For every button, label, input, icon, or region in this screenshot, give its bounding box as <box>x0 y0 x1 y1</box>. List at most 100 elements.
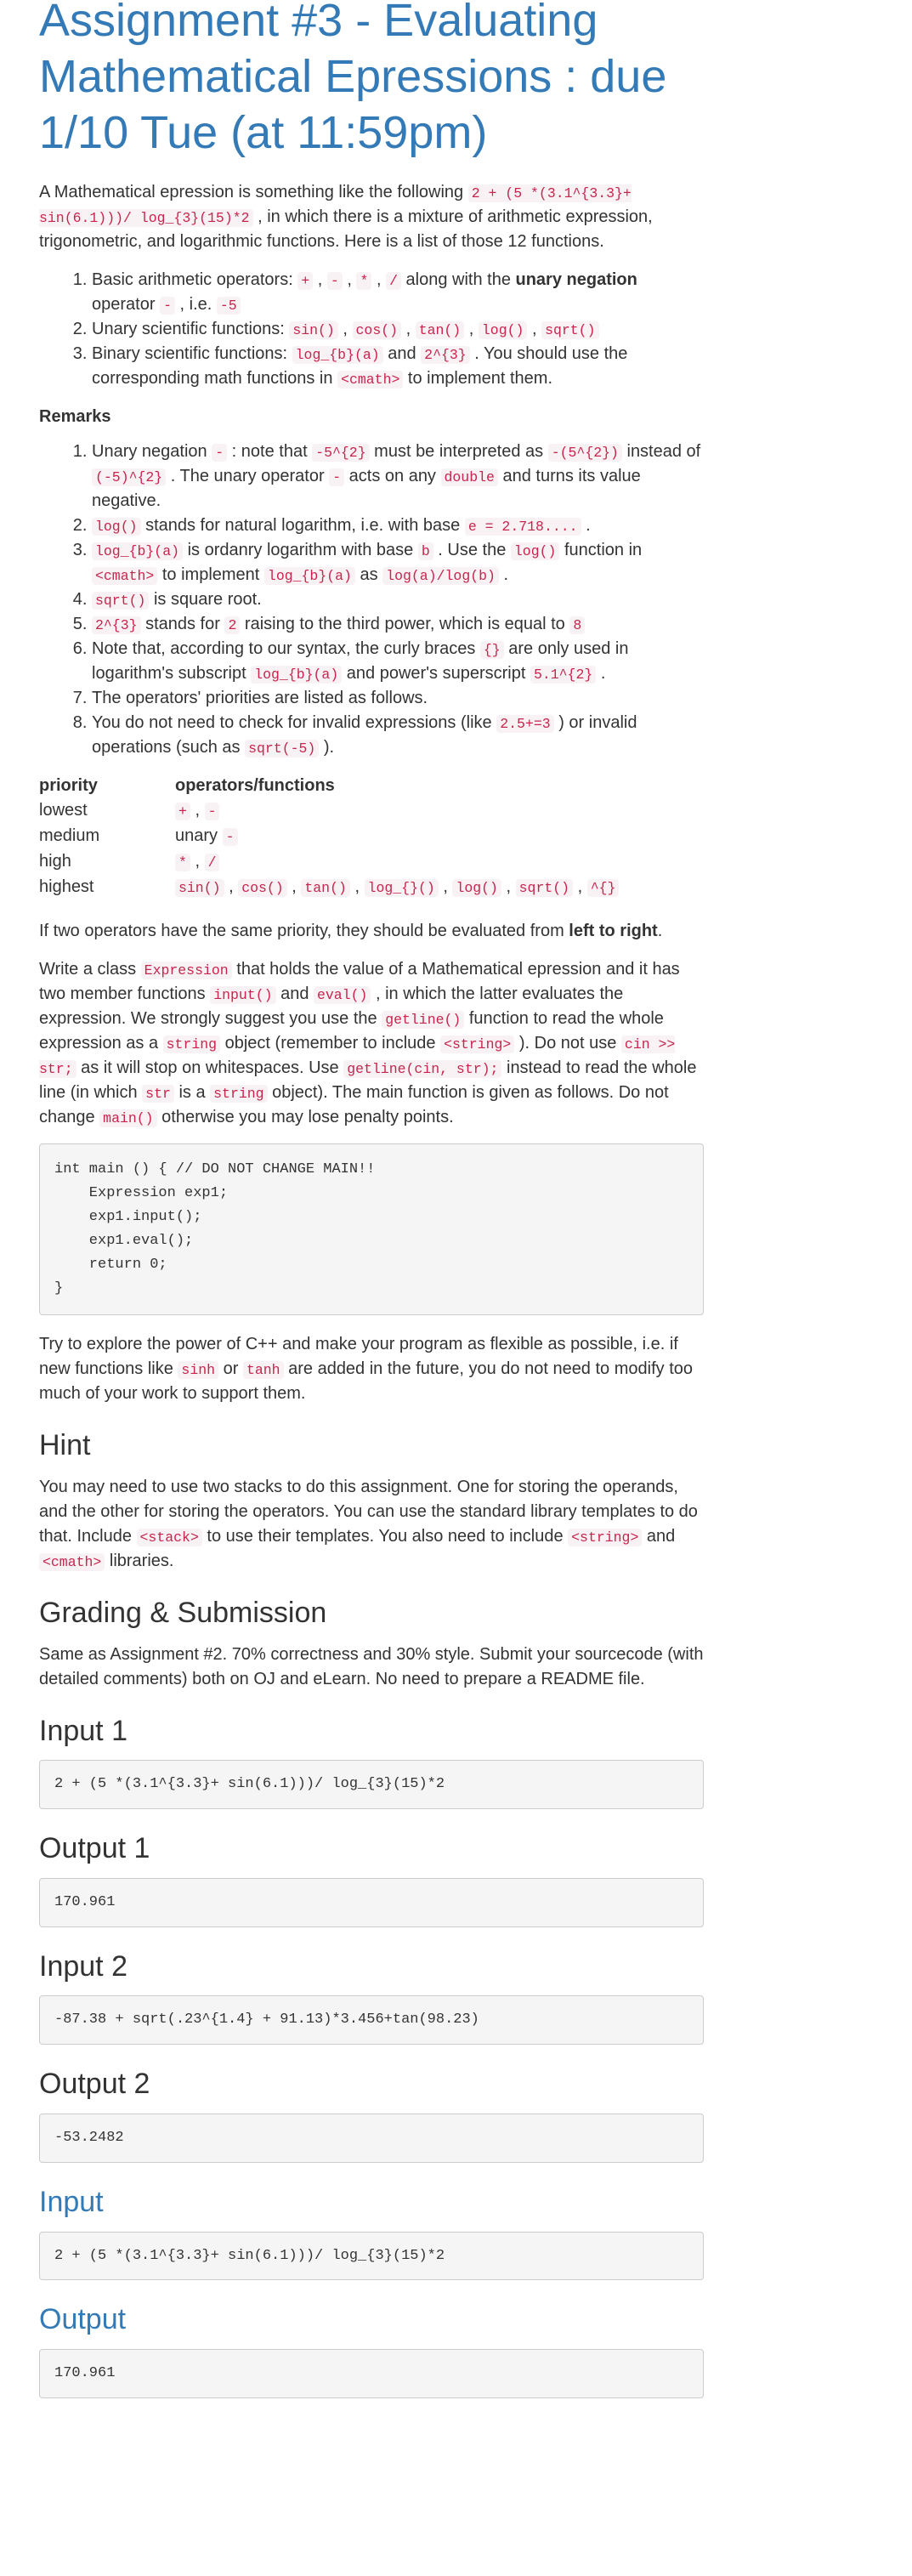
inline-code: - <box>329 468 345 486</box>
inline-code: 8 <box>569 616 586 634</box>
inline-code: sqrt() <box>541 321 599 339</box>
text: . <box>581 515 591 535</box>
list-item: 2^{3} stands for 2 raising to the third … <box>92 612 704 637</box>
inline-code: log_{}() <box>364 879 439 898</box>
inline-code: log() <box>452 879 501 898</box>
inline-code: - <box>212 443 228 462</box>
operators-cell: + , - <box>175 798 619 824</box>
column-header-priority: priority <box>39 775 98 795</box>
inline-code: -5^{2} <box>312 443 370 462</box>
text: ). Do not use <box>514 1033 621 1053</box>
operators-cell: sin() , cos() , tan() , log_{}() , log()… <box>175 875 620 900</box>
inline-code: double <box>440 468 498 486</box>
text: , <box>190 852 205 871</box>
text: and power's superscript <box>342 663 530 683</box>
text: , <box>573 877 587 897</box>
text: and <box>642 1526 676 1546</box>
text: acts on any <box>344 466 441 485</box>
inline-code: log() <box>510 542 560 560</box>
list-item: sqrt() is square root. <box>92 587 704 612</box>
text: , <box>401 319 416 338</box>
priority-table: priority operators/functions lowest + , … <box>39 774 620 900</box>
list-item: log() stands for natural logarithm, i.e.… <box>92 513 704 538</box>
main-code-block[interactable]: int main () { // DO NOT CHANGE MAIN!! Ex… <box>39 1143 704 1315</box>
text: , <box>313 270 327 289</box>
inline-code: * <box>356 271 372 290</box>
text: and <box>275 984 314 1003</box>
text: and <box>382 343 422 363</box>
input-2-block[interactable]: -87.38 + sqrt(.23^{1.4} + 91.13)*3.456+t… <box>39 1995 704 2045</box>
inline-code: log() <box>478 321 528 339</box>
text: is ordanry logarithm with base <box>183 540 418 559</box>
inline-code: b <box>417 542 433 560</box>
inline-code: string <box>210 1084 268 1103</box>
bold-text: unary negation <box>515 270 637 289</box>
inline-code: tan() <box>301 879 350 898</box>
assignment-page: Assignment #3 - Evaluating Mathematical … <box>39 0 704 2399</box>
text: operator <box>92 294 161 314</box>
table-row: medium unary - <box>39 824 619 849</box>
text: . <box>657 921 663 940</box>
inline-code: tan() <box>415 321 465 339</box>
list-item: Basic arithmetic operators: + , - , * , … <box>92 268 704 317</box>
grading-paragraph: Same as Assignment #2. 70% correctness a… <box>39 1644 704 1688</box>
inline-code: <string> <box>440 1035 515 1053</box>
hint-heading: Hint <box>39 1428 91 1461</box>
text: unary <box>175 826 223 846</box>
column-header-operators: operators/functions <box>175 775 335 795</box>
inline-code: eval() <box>314 985 371 1004</box>
list-item: The operators' priorities are listed as … <box>92 686 704 711</box>
text: instead of <box>621 441 701 461</box>
output-2-block[interactable]: -53.2482 <box>39 2114 704 2163</box>
inline-code: <cmath> <box>337 370 404 389</box>
list-item: Note that, according to our syntax, the … <box>92 637 704 686</box>
inline-code: 2^{3} <box>92 616 141 634</box>
text: along with the <box>400 270 516 289</box>
operators-cell: * , / <box>175 849 619 875</box>
inline-code: / <box>386 271 401 290</box>
inline-code: <stack> <box>136 1528 202 1546</box>
input-block[interactable]: 2 + (5 *(3.1^{3.3}+ sin(6.1)))/ log_{3}(… <box>39 2231 704 2281</box>
inline-code: sin() <box>175 879 224 898</box>
text: : note that <box>227 441 313 461</box>
list-item: You do not need to check for invalid exp… <box>92 711 704 760</box>
priority-label: high <box>39 852 71 871</box>
inline-code: 2^{3} <box>421 345 470 364</box>
output-1-heading: Output 1 <box>39 1832 150 1865</box>
inline-code: (-5)^{2} <box>92 468 167 486</box>
class-paragraph: Write a class Expression that holds the … <box>39 957 704 1130</box>
text: , <box>371 270 387 289</box>
text: or <box>218 1359 243 1378</box>
inline-code: 2.5+=3 <box>496 714 554 733</box>
output-block[interactable]: 170.961 <box>39 2349 704 2399</box>
output-1-block[interactable]: 170.961 <box>39 1877 704 1927</box>
text: , <box>224 877 239 897</box>
text: libraries. <box>105 1551 174 1570</box>
text: Write a class <box>39 959 141 979</box>
text: ). <box>319 737 335 757</box>
inline-code: string <box>162 1035 221 1053</box>
text: otherwise you may lose penalty points. <box>156 1107 454 1126</box>
input-1-block[interactable]: 2 + (5 *(3.1^{3.3}+ sin(6.1)))/ log_{3}(… <box>39 1760 704 1810</box>
inline-code: log_{b}(a) <box>92 542 184 560</box>
text: A Mathematical epression is something li… <box>39 182 468 201</box>
list-item: Unary negation - : note that -5^{2} must… <box>92 440 704 513</box>
text: , <box>501 877 516 897</box>
text: , <box>438 877 453 897</box>
text: object (remember to include <box>220 1033 441 1053</box>
input-heading: Input <box>39 2185 104 2218</box>
table-header-row: priority operators/functions <box>39 774 619 798</box>
text: , <box>342 270 357 289</box>
text: , <box>190 801 205 820</box>
bold-text: left to right <box>569 921 658 940</box>
inline-code: sqrt(-5) <box>245 739 320 757</box>
grading-heading: Grading & Submission <box>39 1596 327 1629</box>
inline-code: 5.1^{2} <box>530 665 597 684</box>
inline-code: - <box>160 296 175 315</box>
inline-code: input() <box>210 985 276 1004</box>
inline-code: e = 2.718.... <box>464 517 581 536</box>
hint-paragraph: You may need to use two stacks to do thi… <box>39 1475 704 1574</box>
text: as <box>354 565 383 584</box>
table-row: lowest + , - <box>39 798 619 824</box>
remarks-heading: Remarks <box>39 406 111 426</box>
